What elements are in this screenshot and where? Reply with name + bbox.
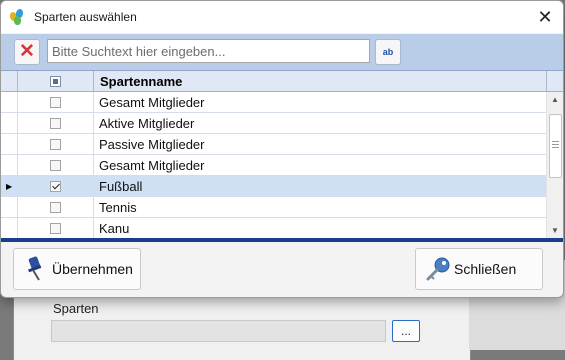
apply-label: Übernehmen: [52, 261, 133, 277]
row-checkbox[interactable]: [50, 117, 61, 129]
row-checkbox-cell[interactable]: [18, 113, 94, 133]
title-bar: Sparten auswählen ✕: [1, 1, 563, 33]
row-indicator: [1, 92, 18, 112]
app-logo-icon: [8, 8, 26, 25]
row-name[interactable]: Passive Mitglieder: [94, 134, 547, 154]
row-indicator: [1, 155, 18, 175]
row-checkbox[interactable]: [50, 138, 61, 150]
scroll-down-icon[interactable]: ▼: [547, 223, 563, 239]
background-browse-button[interactable]: ...: [392, 320, 420, 342]
grid-rows: Gesamt Mitglieder Aktive Mitglieder Passiv…: [1, 92, 563, 239]
row-name[interactable]: Fußball: [94, 176, 547, 196]
row-indicator-header: [1, 71, 18, 91]
current-row-pointer-icon: ▶: [6, 181, 13, 191]
close-dialog-button[interactable]: Schließen: [415, 248, 543, 290]
row-name[interactable]: Gesamt Mitglieder: [94, 155, 547, 175]
row-checkbox-cell[interactable]: [18, 197, 94, 217]
row-indicator: [1, 113, 18, 133]
row-name[interactable]: Aktive Mitglieder: [94, 113, 547, 133]
row-checkbox[interactable]: [50, 180, 61, 192]
clear-search-button[interactable]: ✕: [14, 39, 40, 65]
footer-separator: [1, 238, 563, 242]
row-checkbox[interactable]: [50, 96, 61, 108]
clear-x-icon: ✕: [19, 41, 35, 62]
scrollbar-header: [547, 71, 563, 91]
search-input[interactable]: [47, 39, 370, 63]
scroll-thumb[interactable]: [549, 114, 562, 178]
row-indicator: [1, 134, 18, 154]
row-name[interactable]: Gesamt Mitglieder: [94, 92, 547, 112]
close-dialog-label: Schließen: [454, 261, 517, 277]
row-indicator: [1, 218, 18, 238]
table-row[interactable]: Tennis: [1, 197, 563, 218]
search-button[interactable]: ab: [375, 39, 401, 65]
row-checkbox-cell[interactable]: [18, 155, 94, 175]
row-checkbox[interactable]: [50, 222, 61, 234]
table-row[interactable]: ▶ Fußball: [1, 176, 563, 197]
sparten-grid: Spartenname Gesamt Mitglieder Aktive Mitg…: [1, 70, 563, 239]
table-row[interactable]: Kanu: [1, 218, 563, 239]
select-all-checkbox-cell[interactable]: [18, 71, 94, 91]
row-name[interactable]: Tennis: [94, 197, 547, 217]
table-row[interactable]: Gesamt Mitglieder: [1, 92, 563, 113]
sparten-dialog: Sparten auswählen ✕ ✕ ab Spartenname Ges…: [0, 0, 564, 298]
dialog-title: Sparten auswählen: [34, 10, 137, 24]
table-row[interactable]: Gesamt Mitglieder: [1, 155, 563, 176]
row-indicator: ▶: [1, 176, 18, 196]
table-row[interactable]: Passive Mitglieder: [1, 134, 563, 155]
scroll-up-icon[interactable]: ▲: [547, 92, 563, 108]
row-checkbox-cell[interactable]: [18, 176, 94, 196]
pushpin-icon: [23, 256, 47, 282]
row-checkbox[interactable]: [50, 201, 61, 213]
background-sparten-label: Sparten: [53, 301, 99, 316]
spellcheck-search-icon: ab: [382, 47, 394, 57]
key-icon: [425, 256, 450, 282]
row-checkbox-cell[interactable]: [18, 134, 94, 154]
table-row[interactable]: Aktive Mitglieder: [1, 113, 563, 134]
select-all-checkbox[interactable]: [50, 75, 61, 87]
close-window-button[interactable]: ✕: [535, 7, 555, 27]
row-name[interactable]: Kanu: [94, 218, 547, 238]
column-header-spartenname[interactable]: Spartenname: [94, 71, 547, 91]
search-bar: ✕ ab: [1, 34, 563, 70]
row-checkbox-cell[interactable]: [18, 92, 94, 112]
vertical-scrollbar[interactable]: ▲ ▼: [546, 92, 563, 239]
row-indicator: [1, 197, 18, 217]
row-checkbox[interactable]: [50, 159, 61, 171]
background-sparten-field[interactable]: [51, 320, 386, 342]
apply-button[interactable]: Übernehmen: [13, 248, 141, 290]
grid-header: Spartenname: [1, 71, 563, 92]
row-checkbox-cell[interactable]: [18, 218, 94, 238]
